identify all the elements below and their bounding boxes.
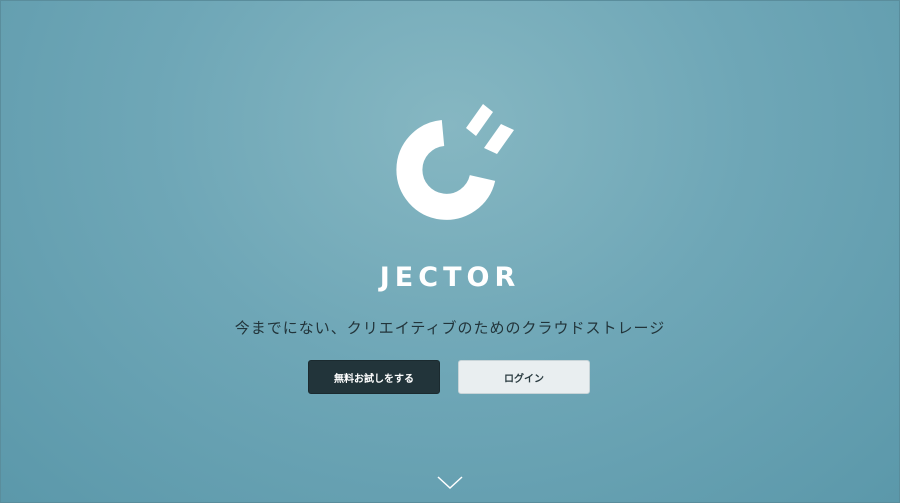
brand-wordmark: JECTOR — [379, 262, 521, 293]
chevron-down-icon[interactable] — [436, 474, 464, 490]
free-trial-button[interactable]: 無料お試しをする — [308, 360, 440, 394]
power-arc-logo-icon — [396, 104, 514, 220]
hero-section: JECTOR 今までにない、クリエイティブのためのクラウドストレージ 無料お試し… — [0, 0, 900, 503]
login-button[interactable]: ログイン — [458, 360, 590, 394]
tagline: 今までにない、クリエイティブのためのクラウドストレージ — [234, 319, 666, 337]
